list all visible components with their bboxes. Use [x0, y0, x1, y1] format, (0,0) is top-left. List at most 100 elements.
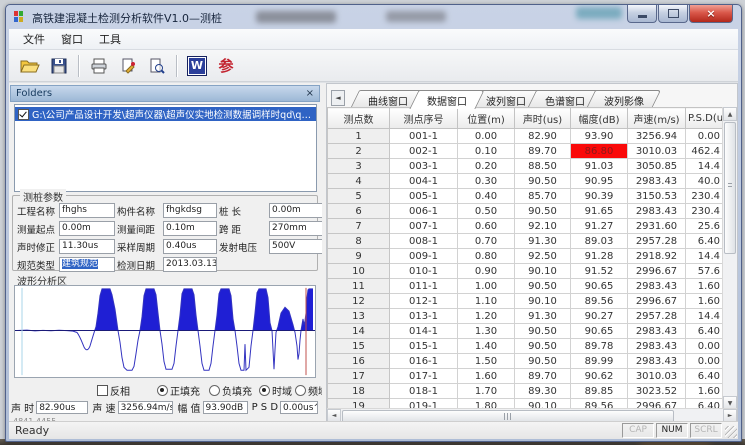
- table-cell[interactable]: 011-1: [390, 279, 458, 294]
- table-cell[interactable]: 0.70: [458, 234, 515, 249]
- table-cell[interactable]: 0.80: [458, 249, 515, 264]
- table-cell[interactable]: 14.4: [686, 249, 723, 264]
- table-cell[interactable]: 90.62: [571, 369, 628, 384]
- table-cell[interactable]: 1.60: [686, 384, 723, 399]
- param-input[interactable]: fhghs: [59, 203, 115, 218]
- table-cell[interactable]: 5: [328, 189, 390, 204]
- titlebar[interactable]: 高铁建混凝土检测分析软件V1.0—测桩 ×: [6, 5, 741, 29]
- table-row[interactable]: 18018-11.7089.3089.853023.521.60: [328, 384, 723, 399]
- panel-close-icon[interactable]: ×: [306, 89, 314, 99]
- table-cell[interactable]: 91.30: [515, 234, 571, 249]
- table-cell[interactable]: 003-1: [390, 159, 458, 174]
- table-cell[interactable]: 3050.85: [628, 159, 686, 174]
- table-cell[interactable]: 90.27: [571, 309, 628, 324]
- vertical-scrollbar[interactable]: ▲ ▼: [722, 107, 737, 410]
- table-cell[interactable]: 16: [328, 354, 390, 369]
- table-row[interactable]: 8008-10.7091.3089.032957.286.40: [328, 234, 723, 249]
- table-row[interactable]: 5005-10.4085.7090.393150.53230.4: [328, 189, 723, 204]
- table-cell[interactable]: 90.50: [515, 324, 571, 339]
- table-cell[interactable]: 3023.52: [628, 384, 686, 399]
- table-row[interactable]: 17017-11.6089.7090.623010.036.40: [328, 369, 723, 384]
- table-cell[interactable]: 91.52: [571, 264, 628, 279]
- table-cell[interactable]: 2983.43: [628, 354, 686, 369]
- waveform-plot[interactable]: [14, 285, 316, 378]
- column-header[interactable]: 声速(m/s): [628, 108, 686, 129]
- table-cell[interactable]: 3010.03: [628, 144, 686, 159]
- readout-input[interactable]: 82.90us: [36, 401, 88, 414]
- menu-file[interactable]: 文件: [15, 29, 53, 49]
- table-row[interactable]: 9009-10.8092.5091.282918.9214.4: [328, 249, 723, 264]
- table-cell[interactable]: 2918.92: [628, 249, 686, 264]
- table-cell[interactable]: 92.10: [515, 219, 571, 234]
- table-cell[interactable]: 93.90: [571, 129, 628, 144]
- horizontal-scrollbar[interactable]: ◄ ►: [327, 408, 737, 422]
- table-cell[interactable]: 017-1: [390, 369, 458, 384]
- table-cell[interactable]: 014-1: [390, 324, 458, 339]
- table-cell[interactable]: 17: [328, 369, 390, 384]
- table-cell[interactable]: 90.50: [515, 339, 571, 354]
- table-cell[interactable]: 230.4: [686, 189, 723, 204]
- table-cell[interactable]: 010-1: [390, 264, 458, 279]
- table-row[interactable]: 13013-11.2091.3090.272957.2814.4: [328, 309, 723, 324]
- table-cell[interactable]: 7: [328, 219, 390, 234]
- tab-5[interactable]: 波列影像: [591, 90, 657, 107]
- table-cell[interactable]: 9: [328, 249, 390, 264]
- print-preview-button[interactable]: [144, 54, 170, 78]
- table-cell[interactable]: 013-1: [390, 309, 458, 324]
- table-cell[interactable]: 92.50: [515, 249, 571, 264]
- table-cell[interactable]: 018-1: [390, 384, 458, 399]
- table-cell[interactable]: 004-1: [390, 174, 458, 189]
- table-cell[interactable]: 001-1: [390, 129, 458, 144]
- minimize-button[interactable]: [627, 5, 657, 23]
- column-header[interactable]: P.S.D(us: [686, 108, 723, 129]
- table-cell[interactable]: 1.00: [458, 279, 515, 294]
- table-row[interactable]: 15015-11.4090.5089.782983.430.00: [328, 339, 723, 354]
- table-cell[interactable]: 11: [328, 279, 390, 294]
- table-cell[interactable]: 015-1: [390, 339, 458, 354]
- table-cell[interactable]: 0.60: [458, 219, 515, 234]
- table-cell[interactable]: 91.27: [571, 219, 628, 234]
- open-file-button[interactable]: [17, 54, 43, 78]
- table-cell[interactable]: 002-1: [390, 144, 458, 159]
- table-cell[interactable]: 0.90: [458, 264, 515, 279]
- table-cell[interactable]: 0.00: [686, 129, 723, 144]
- table-cell[interactable]: 91.28: [571, 249, 628, 264]
- table-cell[interactable]: 462.4: [686, 144, 723, 159]
- vertical-scroll-thumb[interactable]: [724, 122, 736, 254]
- table-cell[interactable]: 1.70: [458, 384, 515, 399]
- param-input[interactable]: 0.00m: [59, 221, 115, 236]
- table-cell[interactable]: 12: [328, 294, 390, 309]
- column-header[interactable]: 测点序号: [390, 108, 458, 129]
- table-row[interactable]: 1001-10.0082.9093.903256.940.00: [328, 129, 723, 144]
- table-row[interactable]: 12012-11.1090.1089.562996.671.60: [328, 294, 723, 309]
- table-row[interactable]: 2002-10.1089.7086.803010.03462.4: [328, 144, 723, 159]
- table-cell[interactable]: 005-1: [390, 189, 458, 204]
- param-input[interactable]: fhgkdsg: [163, 203, 217, 218]
- table-cell[interactable]: 82.90: [515, 129, 571, 144]
- table-cell[interactable]: 2: [328, 144, 390, 159]
- table-cell[interactable]: 1.60: [458, 369, 515, 384]
- readout-input[interactable]: 93.90dB: [203, 401, 248, 414]
- table-cell[interactable]: 90.50: [515, 354, 571, 369]
- param-input[interactable]: 0.00m: [269, 203, 327, 218]
- table-cell[interactable]: 2957.28: [628, 234, 686, 249]
- table-cell[interactable]: 13: [328, 309, 390, 324]
- column-header[interactable]: 位置(m): [458, 108, 515, 129]
- table-cell[interactable]: 90.50: [515, 279, 571, 294]
- time-domain-radio[interactable]: 时域: [259, 383, 292, 398]
- table-cell[interactable]: 91.30: [515, 309, 571, 324]
- table-cell[interactable]: 007-1: [390, 219, 458, 234]
- table-cell[interactable]: 14.4: [686, 159, 723, 174]
- save-button[interactable]: [46, 54, 72, 78]
- table-cell[interactable]: 230.4: [686, 204, 723, 219]
- resize-grip-icon[interactable]: [725, 426, 737, 438]
- tab-scroll-left-button[interactable]: ◄: [331, 90, 345, 106]
- table-row[interactable]: 3003-10.2088.5091.033050.8514.4: [328, 159, 723, 174]
- param-input[interactable]: 2013.03.13: [163, 257, 217, 272]
- table-cell[interactable]: 85.70: [515, 189, 571, 204]
- table-cell[interactable]: 90.95: [571, 174, 628, 189]
- table-cell[interactable]: 2996.67: [628, 294, 686, 309]
- table-cell[interactable]: 1.10: [458, 294, 515, 309]
- table-cell[interactable]: 90.10: [515, 294, 571, 309]
- fill-negative-radio[interactable]: 负填充: [209, 383, 252, 398]
